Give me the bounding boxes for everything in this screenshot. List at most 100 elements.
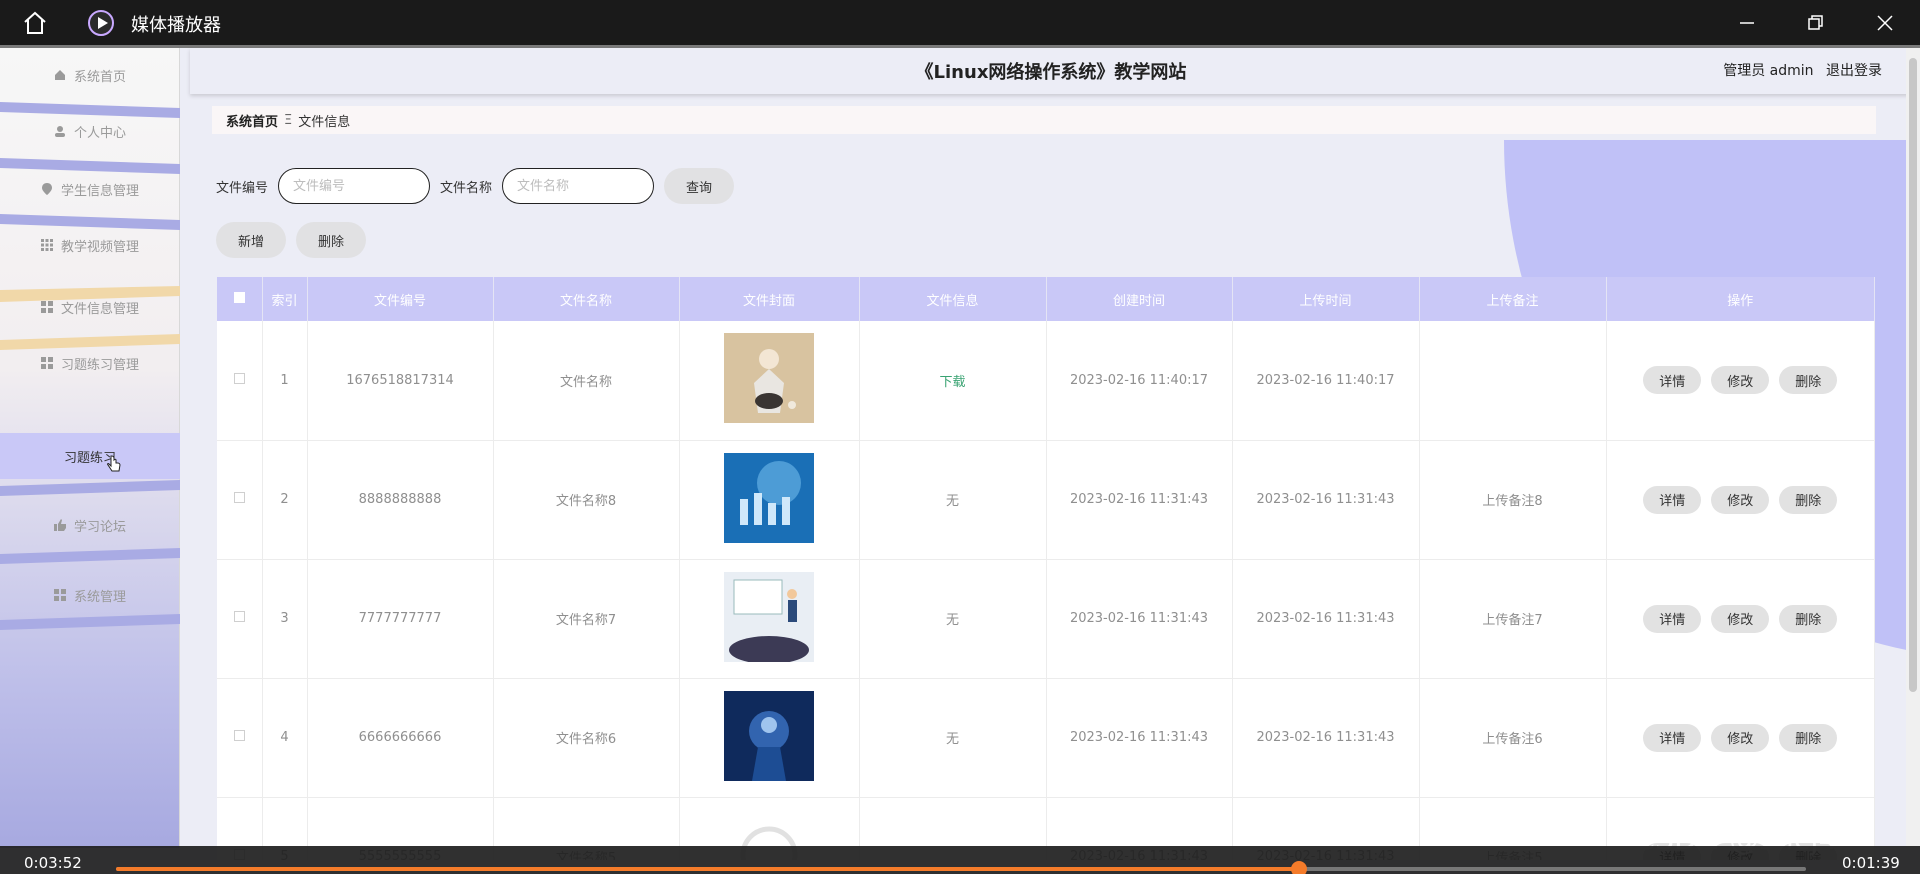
select-all-checkbox[interactable]: [233, 291, 245, 303]
table-header-row: 索引 文件编号 文件名称 文件封面 文件信息 创建时间 上传时间 上传备注 操作: [217, 277, 1875, 321]
index-cell: 3: [262, 559, 308, 679]
edit-button[interactable]: 修改: [1711, 366, 1770, 395]
select-all-cell[interactable]: [217, 277, 263, 321]
detail-button[interactable]: 详情: [1643, 723, 1702, 752]
file-cover-image[interactable]: [724, 333, 814, 424]
cover-cell: [679, 440, 860, 560]
restore-icon[interactable]: [1802, 10, 1828, 36]
file-cover-image[interactable]: [724, 452, 814, 543]
delete-button[interactable]: 删除: [1779, 485, 1838, 514]
edit-button[interactable]: 修改: [1711, 485, 1770, 514]
media-player-titlebar: 媒体播放器: [0, 0, 1920, 45]
sidebar-item-label: 学习论坛: [73, 519, 126, 535]
batch-delete-button[interactable]: 删除: [296, 222, 367, 258]
index-cell: 1: [262, 321, 308, 441]
minimize-icon[interactable]: [1734, 10, 1760, 36]
sidebar-item-profile[interactable]: 个人中心: [0, 106, 180, 156]
close-icon[interactable]: [1872, 10, 1898, 36]
hand-cursor-icon: [107, 455, 121, 472]
remark-cell: 上传备注6: [1419, 678, 1607, 798]
column-header: 文件名称: [493, 277, 680, 321]
row-select-cell[interactable]: [217, 559, 263, 679]
file-code-cell: 8888888888: [307, 440, 494, 560]
add-button[interactable]: 新增: [216, 222, 287, 258]
row-checkbox[interactable]: [233, 730, 245, 741]
delete-button[interactable]: 删除: [1779, 604, 1838, 633]
edit-button[interactable]: 修改: [1711, 723, 1770, 752]
sidebar: 系统首页 个人中心 学生信息管理 教学视频管理 文件信息管理 习题练习管理 习题…: [0, 48, 180, 848]
sidebar-item-system[interactable]: 系统管理: [0, 570, 180, 620]
sidebar-item-label: 文件信息管理: [60, 301, 139, 317]
index-cell: 4: [262, 678, 308, 798]
logout-link[interactable]: 退出登录: [1826, 63, 1882, 79]
breadcrumb-separator: Ξ: [284, 112, 293, 128]
row-select-cell[interactable]: [217, 440, 263, 560]
seek-bar[interactable]: [116, 867, 1806, 871]
row-checkbox[interactable]: [233, 611, 245, 622]
sidebar-item-forum[interactable]: 学习论坛: [0, 500, 180, 550]
file-name-cell: 文件名称: [493, 321, 680, 441]
upload-time-cell: 2023-02-16 11:31:43: [1232, 678, 1420, 798]
file-cover-image[interactable]: [724, 571, 814, 662]
row-checkbox[interactable]: [233, 372, 245, 384]
delete-button[interactable]: 删除: [1779, 366, 1838, 395]
home-icon: [54, 70, 65, 80]
sidebar-item-label: 学生信息管理: [60, 183, 139, 199]
column-header: 文件信息: [859, 277, 1047, 321]
seek-knob[interactable]: [1291, 861, 1307, 874]
created-time-cell: 2023-02-16 11:31:43: [1046, 559, 1233, 679]
row-select-cell[interactable]: [217, 678, 263, 798]
sidebar-item-videos[interactable]: 教学视频管理: [0, 220, 180, 270]
file-code-input[interactable]: [278, 168, 431, 204]
edit-button[interactable]: 修改: [1711, 604, 1770, 633]
breadcrumb-home[interactable]: 系统首页: [226, 111, 278, 130]
sidebar-item-files[interactable]: 文件信息管理: [0, 282, 180, 332]
scrollbar-thumb[interactable]: [1909, 58, 1917, 692]
sidebar-item-students[interactable]: 学生信息管理: [0, 164, 180, 214]
sidebar-item-home[interactable]: 系统首页: [0, 50, 180, 100]
sidebar-item-label: 个人中心: [73, 125, 126, 141]
file-name-input[interactable]: [502, 168, 655, 204]
cover-cell: [679, 559, 860, 679]
delete-button[interactable]: 删除: [1779, 723, 1838, 752]
file-code-cell: 6666666666: [307, 678, 494, 798]
download-link[interactable]: 下载: [939, 375, 965, 390]
table-row: 2 8888888888 文件名称8 无 2023-02-16 11:31:43…: [217, 440, 1875, 560]
thumb-icon: [53, 519, 66, 531]
cover-cell: [679, 678, 860, 798]
sidebar-stripe: [0, 614, 180, 630]
home-icon[interactable]: [22, 10, 48, 36]
user-info: 管理员 admin 退出登录: [1723, 60, 1882, 80]
created-time-cell: 2023-02-16 11:40:17: [1046, 321, 1233, 441]
column-header: 上传时间: [1232, 277, 1420, 321]
row-checkbox[interactable]: [233, 492, 245, 503]
sidebar-item-label: 教学视频管理: [60, 239, 139, 255]
file-code-cell: 1676518817314: [307, 321, 494, 441]
file-table: 索引 文件编号 文件名称 文件封面 文件信息 创建时间 上传时间 上传备注 操作…: [217, 277, 1875, 860]
sidebar-stripe: [0, 480, 180, 496]
seek-bar-fill: [116, 867, 1299, 871]
index-cell: 2: [262, 440, 308, 560]
operation-cell: 详情 修改 删除: [1606, 678, 1875, 798]
file-name-cell: 文件名称6: [493, 678, 680, 798]
operation-cell: 详情 修改 删除: [1606, 559, 1875, 679]
query-button[interactable]: 查询: [664, 168, 735, 204]
column-header: 文件封面: [679, 277, 860, 321]
detail-button[interactable]: 详情: [1643, 485, 1702, 514]
operation-cell: 详情 修改 删除: [1606, 440, 1875, 560]
sidebar-item-exercise-admin[interactable]: 习题练习管理: [0, 338, 180, 388]
row-select-cell[interactable]: [217, 321, 263, 441]
file-info-cell: 下载: [859, 321, 1047, 441]
sidebar-item-label: 习题练习管理: [60, 357, 139, 373]
file-cover-image[interactable]: [724, 690, 814, 781]
site-header: 《Linux网络操作系统》教学网站 管理员 admin 退出登录: [190, 48, 1912, 94]
breadcrumb: 系统首页 Ξ 文件信息: [212, 106, 1876, 134]
detail-button[interactable]: 详情: [1643, 366, 1702, 395]
file-name-cell: 文件名称8: [493, 440, 680, 560]
column-header: 索引: [262, 277, 308, 321]
page-scrollbar[interactable]: [1906, 48, 1920, 848]
sidebar-item-exercises[interactable]: 习题练习: [0, 433, 180, 479]
detail-button[interactable]: 详情: [1643, 604, 1702, 633]
file-name-label: 文件名称: [440, 180, 493, 196]
operation-cell: 详情 修改 删除: [1606, 321, 1875, 441]
